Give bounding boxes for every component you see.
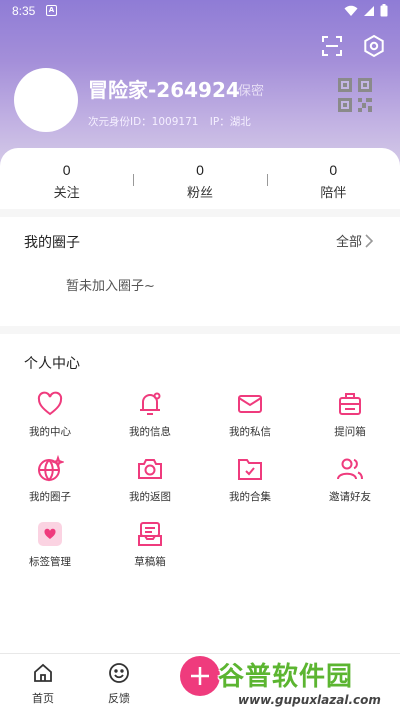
globe-sparkle-icon (38, 455, 64, 482)
user-ip: IP：湖北 (209, 116, 251, 128)
grid-item-label: 我的中心 (29, 426, 71, 438)
stat-companion[interactable]: 0 陪伴 (266, 160, 400, 204)
camera-icon (138, 459, 162, 479)
tag-heart-icon (38, 522, 62, 546)
stat-value: 0 (329, 162, 338, 178)
grid-item-label: 我的返图 (129, 491, 171, 503)
create-post-button[interactable] (180, 656, 220, 696)
grid-item-drafts[interactable]: 草稿箱 (100, 520, 200, 569)
grid-item-question-box[interactable]: 提问箱 (300, 390, 400, 439)
watermark-url: www.gupuxlazal.com (238, 693, 381, 707)
grid-item-label: 我的合集 (229, 491, 271, 503)
grid-item-my-circles[interactable]: 我的圈子 (0, 455, 100, 504)
watermark-title: 谷普软件园 (218, 662, 354, 692)
grid-item-label: 邀请好友 (329, 491, 371, 503)
stat-divider (133, 174, 135, 186)
scan-icon[interactable] (320, 34, 344, 58)
stat-label: 陪伴 (320, 186, 347, 201)
user-meta: 次元身份ID：1009171 IP：湖北 (88, 114, 259, 129)
heart-icon (37, 391, 63, 416)
circles-all-label: 全部 (336, 235, 363, 250)
grid-item-my-messages[interactable]: 我的私信 (200, 390, 300, 439)
bell-icon (140, 392, 161, 415)
tab-label: 反馈 (108, 692, 130, 705)
stats-row: 0 关注 0 粉丝 0 陪伴 (0, 160, 400, 204)
notification-icon: A (46, 5, 57, 16)
wifi-icon (344, 5, 358, 16)
watermark: 谷普软件园 www.gupuxlazal.com (218, 656, 398, 712)
draft-box-icon (138, 522, 162, 546)
personal-center-title: 个人中心 (24, 356, 80, 372)
stat-label: 粉丝 (186, 186, 213, 201)
battery-icon (380, 4, 388, 17)
grid-item-my-photos[interactable]: 我的返图 (100, 455, 200, 504)
grid-item-label: 我的信息 (129, 426, 171, 438)
chevron-right-icon (365, 233, 374, 248)
home-icon (34, 663, 52, 682)
status-time: 8:35 (12, 4, 36, 18)
grid-item-label: 草稿箱 (134, 556, 166, 568)
stat-divider (266, 174, 268, 186)
invite-friends-icon (337, 458, 363, 480)
folder-check-icon (238, 459, 262, 480)
grid-item-label: 提问箱 (334, 426, 366, 438)
stat-followers[interactable]: 0 粉丝 (133, 160, 266, 204)
grid-item-label: 标签管理 (29, 556, 71, 568)
settings-icon[interactable] (362, 34, 386, 58)
stat-following[interactable]: 0 关注 (0, 160, 133, 204)
grid-item-my-info[interactable]: 我的信息 (100, 390, 200, 439)
grid-item-label: 我的圈子 (29, 491, 71, 503)
stat-value: 0 (196, 162, 204, 178)
circles-all-link[interactable]: 全部 (336, 231, 374, 250)
plus-icon (191, 667, 209, 685)
gender-label: 保密 (238, 84, 265, 99)
grid-item-my-center[interactable]: 我的中心 (0, 390, 100, 439)
mail-icon (238, 395, 262, 413)
tab-label: 首页 (32, 692, 54, 705)
user-id: 次元身份ID：1009171 (88, 116, 199, 128)
grid-item-tag-management[interactable]: 标签管理 (0, 520, 100, 569)
username[interactable]: 冒险家-264924 (88, 74, 240, 103)
avatar[interactable] (14, 68, 78, 132)
status-bar: 8:35 A (0, 0, 400, 24)
tab-feedback[interactable]: 反馈 (94, 662, 144, 706)
question-box-icon (339, 393, 361, 415)
circles-title: 我的圈子 (24, 235, 80, 251)
stat-value: 0 (62, 162, 71, 178)
grid-item-invite-friends[interactable]: 邀请好友 (300, 455, 400, 504)
tab-home[interactable]: 首页 (18, 662, 68, 706)
grid-item-label: 我的私信 (229, 426, 271, 438)
qr-code-icon[interactable] (336, 76, 374, 114)
grid-item-my-collections[interactable]: 我的合集 (200, 455, 300, 504)
signal-icon (364, 5, 374, 16)
section-divider (0, 209, 400, 217)
section-divider (0, 326, 400, 334)
stat-label: 关注 (53, 186, 80, 201)
smiley-icon (109, 663, 129, 683)
circles-empty-text: 暂未加入圈子~ (66, 279, 155, 294)
